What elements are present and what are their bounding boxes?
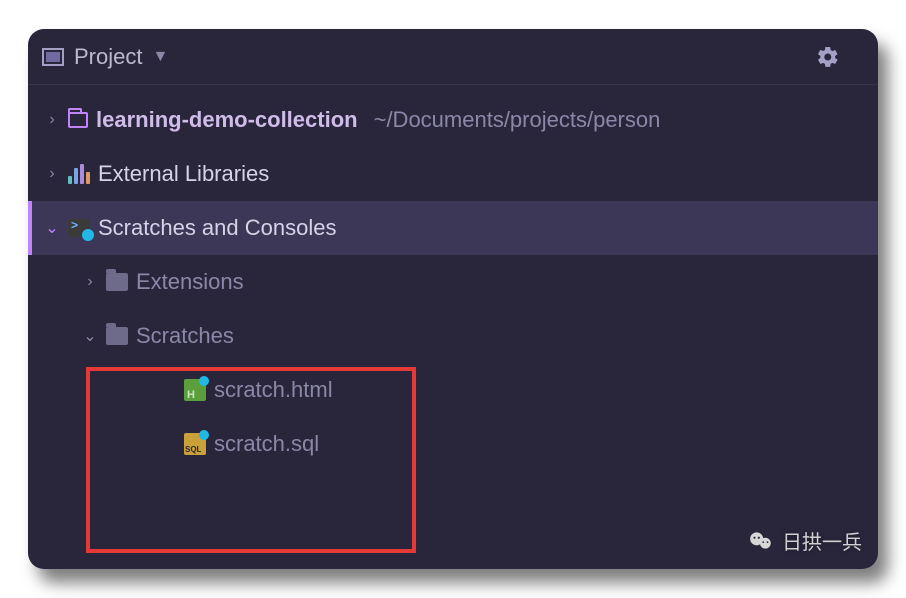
html-file-icon	[184, 379, 206, 401]
watermark-text: 日拱一兵	[782, 526, 862, 555]
toolbar-title: Project	[74, 44, 142, 70]
file-name: scratch.html	[214, 377, 333, 403]
project-folder-icon	[68, 112, 88, 128]
chevron-down-icon[interactable]: ⌄	[82, 326, 98, 346]
toolbar: Project ▼	[28, 29, 878, 85]
extensions-label: Extensions	[136, 269, 244, 295]
folder-icon	[106, 273, 128, 291]
scratches-row[interactable]: ⌄ Scratches	[28, 309, 878, 363]
external-libraries-label: External Libraries	[98, 161, 269, 187]
project-name: learning-demo-collection	[96, 107, 358, 133]
folder-icon	[106, 327, 128, 345]
chevron-down-icon[interactable]: ⌄	[44, 218, 60, 238]
wechat-icon	[748, 528, 774, 554]
project-root-row[interactable]: › learning-demo-collection ~/Documents/p…	[28, 93, 878, 147]
extensions-row[interactable]: › Extensions	[28, 255, 878, 309]
chevron-right-icon[interactable]: ›	[44, 165, 60, 183]
scratches-consoles-label: Scratches and Consoles	[98, 215, 336, 241]
project-view-icon	[42, 48, 64, 66]
scratches-label: Scratches	[136, 323, 234, 349]
gear-icon	[816, 45, 840, 69]
chevron-down-icon: ▼	[152, 48, 168, 66]
chevron-right-icon[interactable]: ›	[44, 111, 60, 129]
file-row-sql[interactable]: · scratch.sql	[28, 417, 878, 471]
chevron-right-icon[interactable]: ›	[82, 273, 98, 291]
scratches-consoles-row[interactable]: ⌄ Scratches and Consoles	[28, 201, 878, 255]
project-panel: Project ▼ › learning-demo-collection ~/D…	[28, 29, 878, 569]
file-row-html[interactable]: · scratch.html	[28, 363, 878, 417]
sql-file-icon	[184, 433, 206, 455]
libraries-icon	[68, 164, 90, 184]
file-name: scratch.sql	[214, 431, 319, 457]
project-path: ~/Documents/projects/person	[374, 107, 661, 133]
view-selector[interactable]: Project ▼	[42, 44, 168, 70]
watermark: 日拱一兵	[748, 526, 862, 555]
project-tree: › learning-demo-collection ~/Documents/p…	[28, 85, 878, 471]
external-libraries-row[interactable]: › External Libraries	[28, 147, 878, 201]
scratches-icon	[68, 219, 90, 237]
settings-button[interactable]	[816, 45, 840, 69]
